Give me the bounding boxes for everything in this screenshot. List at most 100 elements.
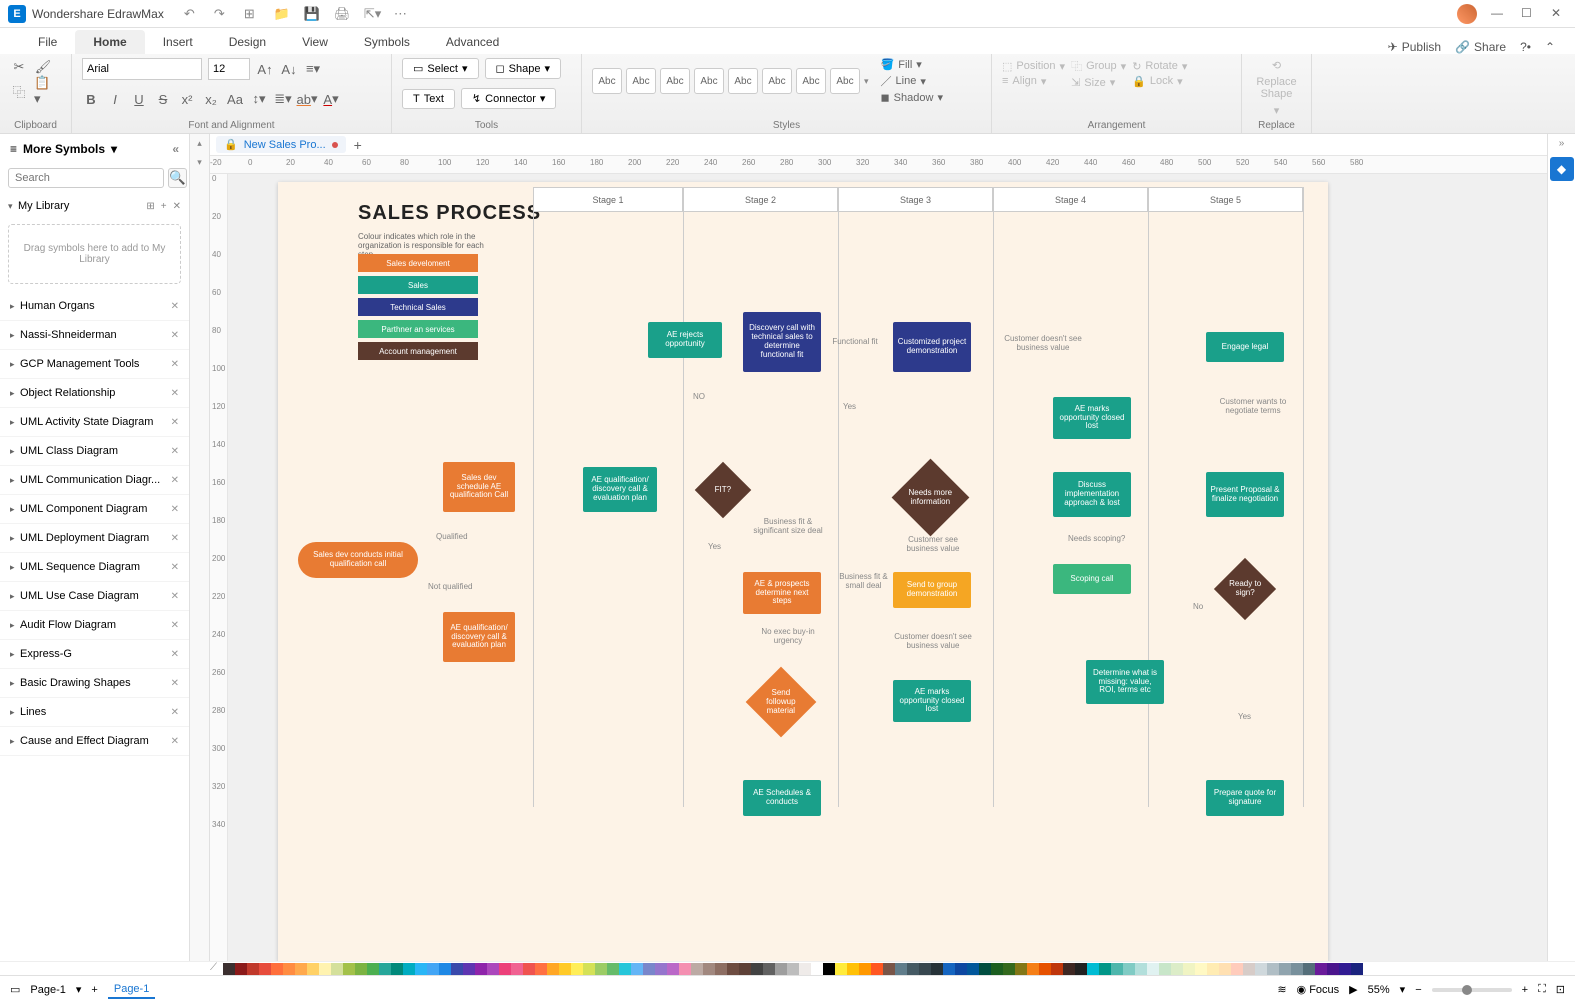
node-fit[interactable]: FIT? bbox=[695, 462, 752, 519]
symbol-search-input[interactable] bbox=[8, 168, 164, 188]
color-swatch[interactable] bbox=[1159, 963, 1171, 975]
color-swatch[interactable] bbox=[595, 963, 607, 975]
color-swatch[interactable] bbox=[727, 963, 739, 975]
style-preset-2[interactable]: Abc bbox=[626, 68, 656, 94]
color-swatch[interactable] bbox=[859, 963, 871, 975]
library-item-close-icon[interactable]: ✕ bbox=[171, 678, 179, 689]
italic-icon[interactable]: I bbox=[106, 90, 124, 108]
redo-icon[interactable]: ↷ bbox=[214, 6, 230, 22]
node-discuss[interactable]: Discuss implementation approach & lost bbox=[1053, 472, 1131, 517]
color-swatch[interactable] bbox=[247, 963, 259, 975]
diagram-page[interactable]: SALES PROCESS Colour indicates which rol… bbox=[278, 182, 1328, 961]
node-sched2[interactable]: AE Schedules & conducts bbox=[743, 780, 821, 816]
expand-right-icon[interactable]: » bbox=[1548, 134, 1575, 153]
color-swatch[interactable] bbox=[463, 963, 475, 975]
color-swatch[interactable] bbox=[1123, 963, 1135, 975]
zoom-out-icon[interactable]: − bbox=[1415, 984, 1421, 996]
library-item[interactable]: ▸GCP Management Tools✕ bbox=[0, 350, 189, 379]
library-item[interactable]: ▸Express-G✕ bbox=[0, 640, 189, 669]
color-swatch[interactable] bbox=[1027, 963, 1039, 975]
color-swatch[interactable] bbox=[1051, 963, 1063, 975]
color-swatch[interactable] bbox=[1135, 963, 1147, 975]
style-preset-4[interactable]: Abc bbox=[694, 68, 724, 94]
color-swatch[interactable] bbox=[331, 963, 343, 975]
node-initial-call[interactable]: Sales dev conducts initial qualification… bbox=[298, 542, 418, 578]
style-preset-6[interactable]: Abc bbox=[762, 68, 792, 94]
node-ae-qual-1[interactable]: AE qualification/ discovery call & evalu… bbox=[583, 467, 657, 512]
my-library-header[interactable]: ▾ My Library ⊞ + ✕ bbox=[8, 196, 181, 216]
style-preset-7[interactable]: Abc bbox=[796, 68, 826, 94]
color-swatch[interactable] bbox=[967, 963, 979, 975]
node-needinfo[interactable]: Needs more information bbox=[892, 459, 970, 537]
library-item-close-icon[interactable]: ✕ bbox=[171, 562, 179, 573]
library-item[interactable]: ▸UML Component Diagram✕ bbox=[0, 495, 189, 524]
format-pane-icon[interactable]: ◆ bbox=[1550, 157, 1574, 181]
position-button[interactable]: ⬚ Position▾ bbox=[1002, 60, 1065, 73]
tab-insert[interactable]: Insert bbox=[145, 30, 211, 54]
lib-grid-icon[interactable]: ⊞ bbox=[146, 201, 154, 212]
library-item-close-icon[interactable]: ✕ bbox=[171, 417, 179, 428]
color-swatch[interactable] bbox=[451, 963, 463, 975]
tab-file[interactable]: File bbox=[20, 30, 75, 54]
connector-button[interactable]: ↯ Connector ▾ bbox=[461, 88, 557, 109]
color-swatch[interactable] bbox=[475, 963, 487, 975]
page-nav-icon[interactable]: ▭ bbox=[10, 983, 20, 996]
color-swatch[interactable] bbox=[1111, 963, 1123, 975]
zoom-level[interactable]: 55% bbox=[1368, 984, 1390, 996]
share-button[interactable]: 🔗 Share bbox=[1455, 40, 1506, 54]
save-icon[interactable]: 💾 bbox=[304, 6, 320, 22]
bullets-icon[interactable]: ≣▾ bbox=[274, 90, 292, 108]
library-item[interactable]: ▸UML Sequence Diagram✕ bbox=[0, 553, 189, 582]
color-swatch[interactable] bbox=[811, 963, 823, 975]
color-swatch[interactable] bbox=[427, 963, 439, 975]
group-button[interactable]: ⿻ Group▾ bbox=[1071, 58, 1126, 74]
color-swatch[interactable] bbox=[487, 963, 499, 975]
color-swatch[interactable] bbox=[1231, 963, 1243, 975]
color-swatch[interactable] bbox=[643, 963, 655, 975]
style-preset-5[interactable]: Abc bbox=[728, 68, 758, 94]
undo-icon[interactable]: ↶ bbox=[184, 6, 200, 22]
node-followup[interactable]: Send followup material bbox=[746, 667, 817, 738]
color-swatch[interactable] bbox=[667, 963, 679, 975]
align-icon[interactable]: ≡▾ bbox=[304, 60, 322, 78]
color-swatch[interactable] bbox=[931, 963, 943, 975]
library-item[interactable]: ▸Nassi-Shneiderman✕ bbox=[0, 321, 189, 350]
case-icon[interactable]: Aa bbox=[226, 90, 244, 108]
new-icon[interactable]: ⊞ bbox=[244, 6, 260, 22]
color-swatch[interactable] bbox=[679, 963, 691, 975]
color-swatch[interactable] bbox=[559, 963, 571, 975]
node-closed2[interactable]: AE marks opportunity closed lost bbox=[1053, 397, 1131, 439]
zoom-slider[interactable] bbox=[1432, 988, 1512, 992]
library-item-close-icon[interactable]: ✕ bbox=[171, 446, 179, 457]
library-drop-zone[interactable]: Drag symbols here to add to My Library bbox=[8, 224, 181, 284]
user-avatar[interactable] bbox=[1457, 4, 1477, 24]
color-swatch[interactable] bbox=[1063, 963, 1075, 975]
subscript-icon[interactable]: x₂ bbox=[202, 90, 220, 108]
color-swatch[interactable] bbox=[355, 963, 367, 975]
color-swatch[interactable] bbox=[535, 963, 547, 975]
open-icon[interactable]: 📁 bbox=[274, 6, 290, 22]
add-tab-icon[interactable]: + bbox=[354, 137, 362, 153]
style-preset-3[interactable]: Abc bbox=[660, 68, 690, 94]
color-swatch[interactable] bbox=[1195, 963, 1207, 975]
format-painter-icon[interactable]: 🖌 bbox=[34, 58, 52, 76]
page-select[interactable]: Page-1 bbox=[30, 984, 65, 996]
library-item-close-icon[interactable]: ✕ bbox=[171, 707, 179, 718]
color-swatch[interactable] bbox=[655, 963, 667, 975]
font-family-select[interactable] bbox=[82, 58, 202, 80]
color-swatch[interactable] bbox=[895, 963, 907, 975]
publish-button[interactable]: ✈ Publish bbox=[1388, 40, 1441, 54]
color-swatch[interactable] bbox=[1339, 963, 1351, 975]
color-swatch[interactable] bbox=[1075, 963, 1087, 975]
color-swatch[interactable] bbox=[1099, 963, 1111, 975]
color-swatch[interactable] bbox=[391, 963, 403, 975]
color-swatch[interactable] bbox=[343, 963, 355, 975]
node-ae-qual-2[interactable]: AE qualification/ discovery call & evalu… bbox=[443, 612, 515, 662]
node-missing[interactable]: Determine what is missing: value, ROI, t… bbox=[1086, 660, 1164, 704]
collapse-panel-icon[interactable]: « bbox=[172, 142, 179, 156]
export-icon[interactable]: ⇱▾ bbox=[364, 6, 380, 22]
highlight-icon[interactable]: ab▾ bbox=[298, 90, 316, 108]
color-swatch[interactable] bbox=[955, 963, 967, 975]
copy-icon[interactable]: ⿻ bbox=[10, 82, 28, 100]
tab-view[interactable]: View bbox=[284, 30, 346, 54]
